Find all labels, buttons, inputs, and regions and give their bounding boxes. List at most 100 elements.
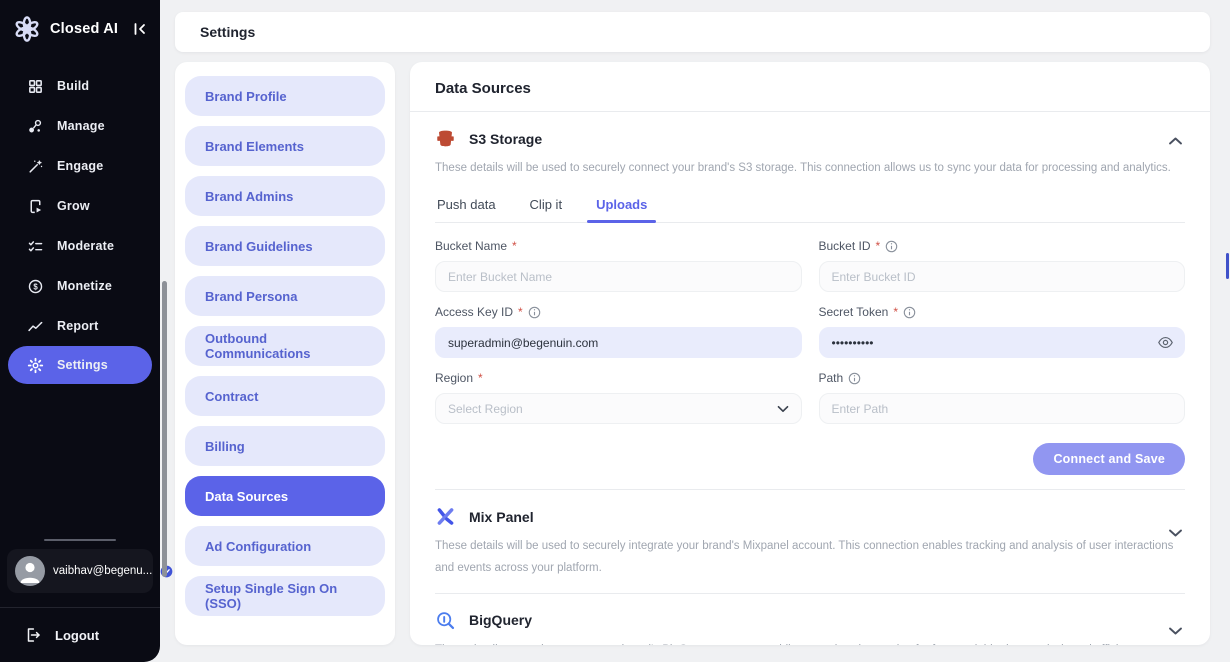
- field-region: Region * Select Region: [435, 371, 802, 424]
- logout-button[interactable]: Logout: [0, 620, 160, 652]
- settings-nav-billing[interactable]: Billing: [185, 426, 385, 466]
- chevron-down-icon[interactable]: [1168, 528, 1183, 538]
- s3-tabs: Push data Clip it Uploads: [435, 193, 1185, 223]
- nav-pill-label: Brand Guidelines: [205, 239, 313, 254]
- bigquery-section-header: BigQuery: [435, 610, 1185, 631]
- settings-nav-ad-configuration[interactable]: Ad Configuration: [185, 526, 385, 566]
- field-bucket-id: Bucket ID *: [819, 239, 1186, 292]
- collapse-sidebar-icon[interactable]: [132, 21, 148, 37]
- required-asterisk: *: [478, 371, 483, 385]
- app-sidebar: Closed AI Build Manage: [0, 0, 160, 662]
- sidebar-item-label: Build: [57, 79, 89, 93]
- sidebar-nav: Build Manage Engage: [0, 66, 160, 384]
- settings-nav-data-sources[interactable]: Data Sources: [185, 476, 385, 516]
- info-icon[interactable]: [885, 240, 898, 253]
- sidebar-item-label: Monetize: [57, 279, 112, 293]
- nav-pill-label: Brand Elements: [205, 139, 304, 154]
- device-play-icon: [26, 197, 44, 215]
- page-title: Settings: [200, 24, 255, 40]
- data-sources-panel: Data Sources S3 Storage These details wi…: [410, 62, 1210, 645]
- sidebar-item-build[interactable]: Build: [0, 66, 160, 106]
- bucket-name-input[interactable]: [435, 261, 802, 292]
- sidebar-item-label: Settings: [57, 358, 108, 372]
- field-label: Bucket Name: [435, 239, 507, 253]
- divider: [435, 489, 1185, 490]
- info-icon[interactable]: [903, 306, 916, 319]
- sidebar-item-report[interactable]: Report: [0, 306, 160, 346]
- field-path: Path: [819, 371, 1186, 424]
- grid-icon: [26, 77, 44, 95]
- nav-pill-label: Brand Admins: [205, 189, 293, 204]
- settings-nav-brand-admins[interactable]: Brand Admins: [185, 176, 385, 216]
- content-area: Settings Brand Profile Brand Elements Br…: [160, 0, 1230, 662]
- region-select[interactable]: Select Region: [435, 393, 802, 424]
- logout-label: Logout: [55, 628, 99, 643]
- s3-bucket-icon: [435, 128, 456, 149]
- gear-icon: [26, 356, 44, 374]
- nav-pill-label: Setup Single Sign On (SSO): [205, 581, 375, 611]
- chevron-down-icon[interactable]: [1168, 626, 1183, 636]
- settings-nav-sso[interactable]: Setup Single Sign On (SSO): [185, 576, 385, 616]
- sidebar-item-settings[interactable]: Settings: [8, 346, 152, 384]
- mixpanel-icon: [435, 506, 456, 527]
- tab-label: Uploads: [596, 197, 647, 212]
- field-bucket-name: Bucket Name *: [435, 239, 802, 292]
- section-title: Data Sources: [435, 80, 1185, 97]
- sidebar-item-label: Engage: [57, 159, 103, 173]
- connect-and-save-button[interactable]: Connect and Save: [1033, 443, 1185, 475]
- sidebar-item-grow[interactable]: Grow: [0, 186, 160, 226]
- sidebar-item-moderate[interactable]: Moderate: [0, 226, 160, 266]
- nav-pill-label: Data Sources: [205, 489, 288, 504]
- settings-nav-brand-profile[interactable]: Brand Profile: [185, 76, 385, 116]
- tab-push-data[interactable]: Push data: [437, 193, 496, 222]
- mixpanel-section-header: Mix Panel: [435, 506, 1185, 527]
- settings-nav: Brand Profile Brand Elements Brand Admin…: [175, 62, 395, 645]
- tab-label: Clip it: [530, 197, 563, 212]
- path-input[interactable]: [819, 393, 1186, 424]
- sidebar-item-label: Moderate: [57, 239, 114, 253]
- field-label: Secret Token: [819, 305, 889, 319]
- sidebar-item-label: Report: [57, 319, 98, 333]
- sidebar-item-manage[interactable]: Manage: [0, 106, 160, 146]
- user-email: vaibhav@begenu...: [53, 565, 152, 577]
- settings-nav-outbound-communications[interactable]: Outbound Communications: [185, 326, 385, 366]
- divider: [410, 111, 1210, 112]
- s3-title: S3 Storage: [469, 131, 542, 147]
- access-key-input[interactable]: [435, 327, 802, 358]
- settings-nav-brand-elements[interactable]: Brand Elements: [185, 126, 385, 166]
- tab-label: Push data: [437, 197, 496, 212]
- nav-pill-label: Brand Persona: [205, 289, 297, 304]
- bigquery-icon: [435, 610, 456, 631]
- bucket-id-input[interactable]: [819, 261, 1186, 292]
- field-label: Access Key ID: [435, 305, 513, 319]
- chevron-up-icon[interactable]: [1168, 136, 1183, 146]
- eye-icon[interactable]: [1157, 334, 1174, 351]
- tab-clip-it[interactable]: Clip it: [530, 193, 563, 222]
- nav-pill-label: Outbound Communications: [205, 331, 375, 361]
- sidebar-item-label: Grow: [57, 199, 90, 213]
- required-asterisk: *: [893, 305, 898, 319]
- info-icon[interactable]: [848, 372, 861, 385]
- s3-description: These details will be used to securely c…: [435, 158, 1180, 179]
- nav-pill-label: Ad Configuration: [205, 539, 311, 554]
- user-profile-card[interactable]: vaibhav@begenu...: [7, 549, 153, 593]
- right-scrollbar-thumb[interactable]: [1226, 253, 1229, 279]
- required-asterisk: *: [876, 239, 881, 253]
- settings-nav-contract[interactable]: Contract: [185, 376, 385, 416]
- settings-nav-brand-persona[interactable]: Brand Persona: [185, 276, 385, 316]
- nav-pill-label: Billing: [205, 439, 245, 454]
- checklist-icon: [26, 237, 44, 255]
- field-access-key: Access Key ID *: [435, 305, 802, 358]
- bigquery-description: These details securely connect your bran…: [435, 640, 1180, 645]
- sidebar-item-monetize[interactable]: $ Monetize: [0, 266, 160, 306]
- sidebar-item-engage[interactable]: Engage: [0, 146, 160, 186]
- info-icon[interactable]: [528, 306, 541, 319]
- vertical-scrollbar-thumb[interactable]: [162, 281, 167, 577]
- wand-icon: [26, 157, 44, 175]
- settings-nav-brand-guidelines[interactable]: Brand Guidelines: [185, 226, 385, 266]
- tab-uploads[interactable]: Uploads: [596, 193, 647, 222]
- field-secret-token: Secret Token *: [819, 305, 1186, 358]
- secret-token-input[interactable]: [819, 327, 1186, 358]
- topbar: Settings: [175, 12, 1210, 52]
- sidebar-divider: [0, 607, 160, 608]
